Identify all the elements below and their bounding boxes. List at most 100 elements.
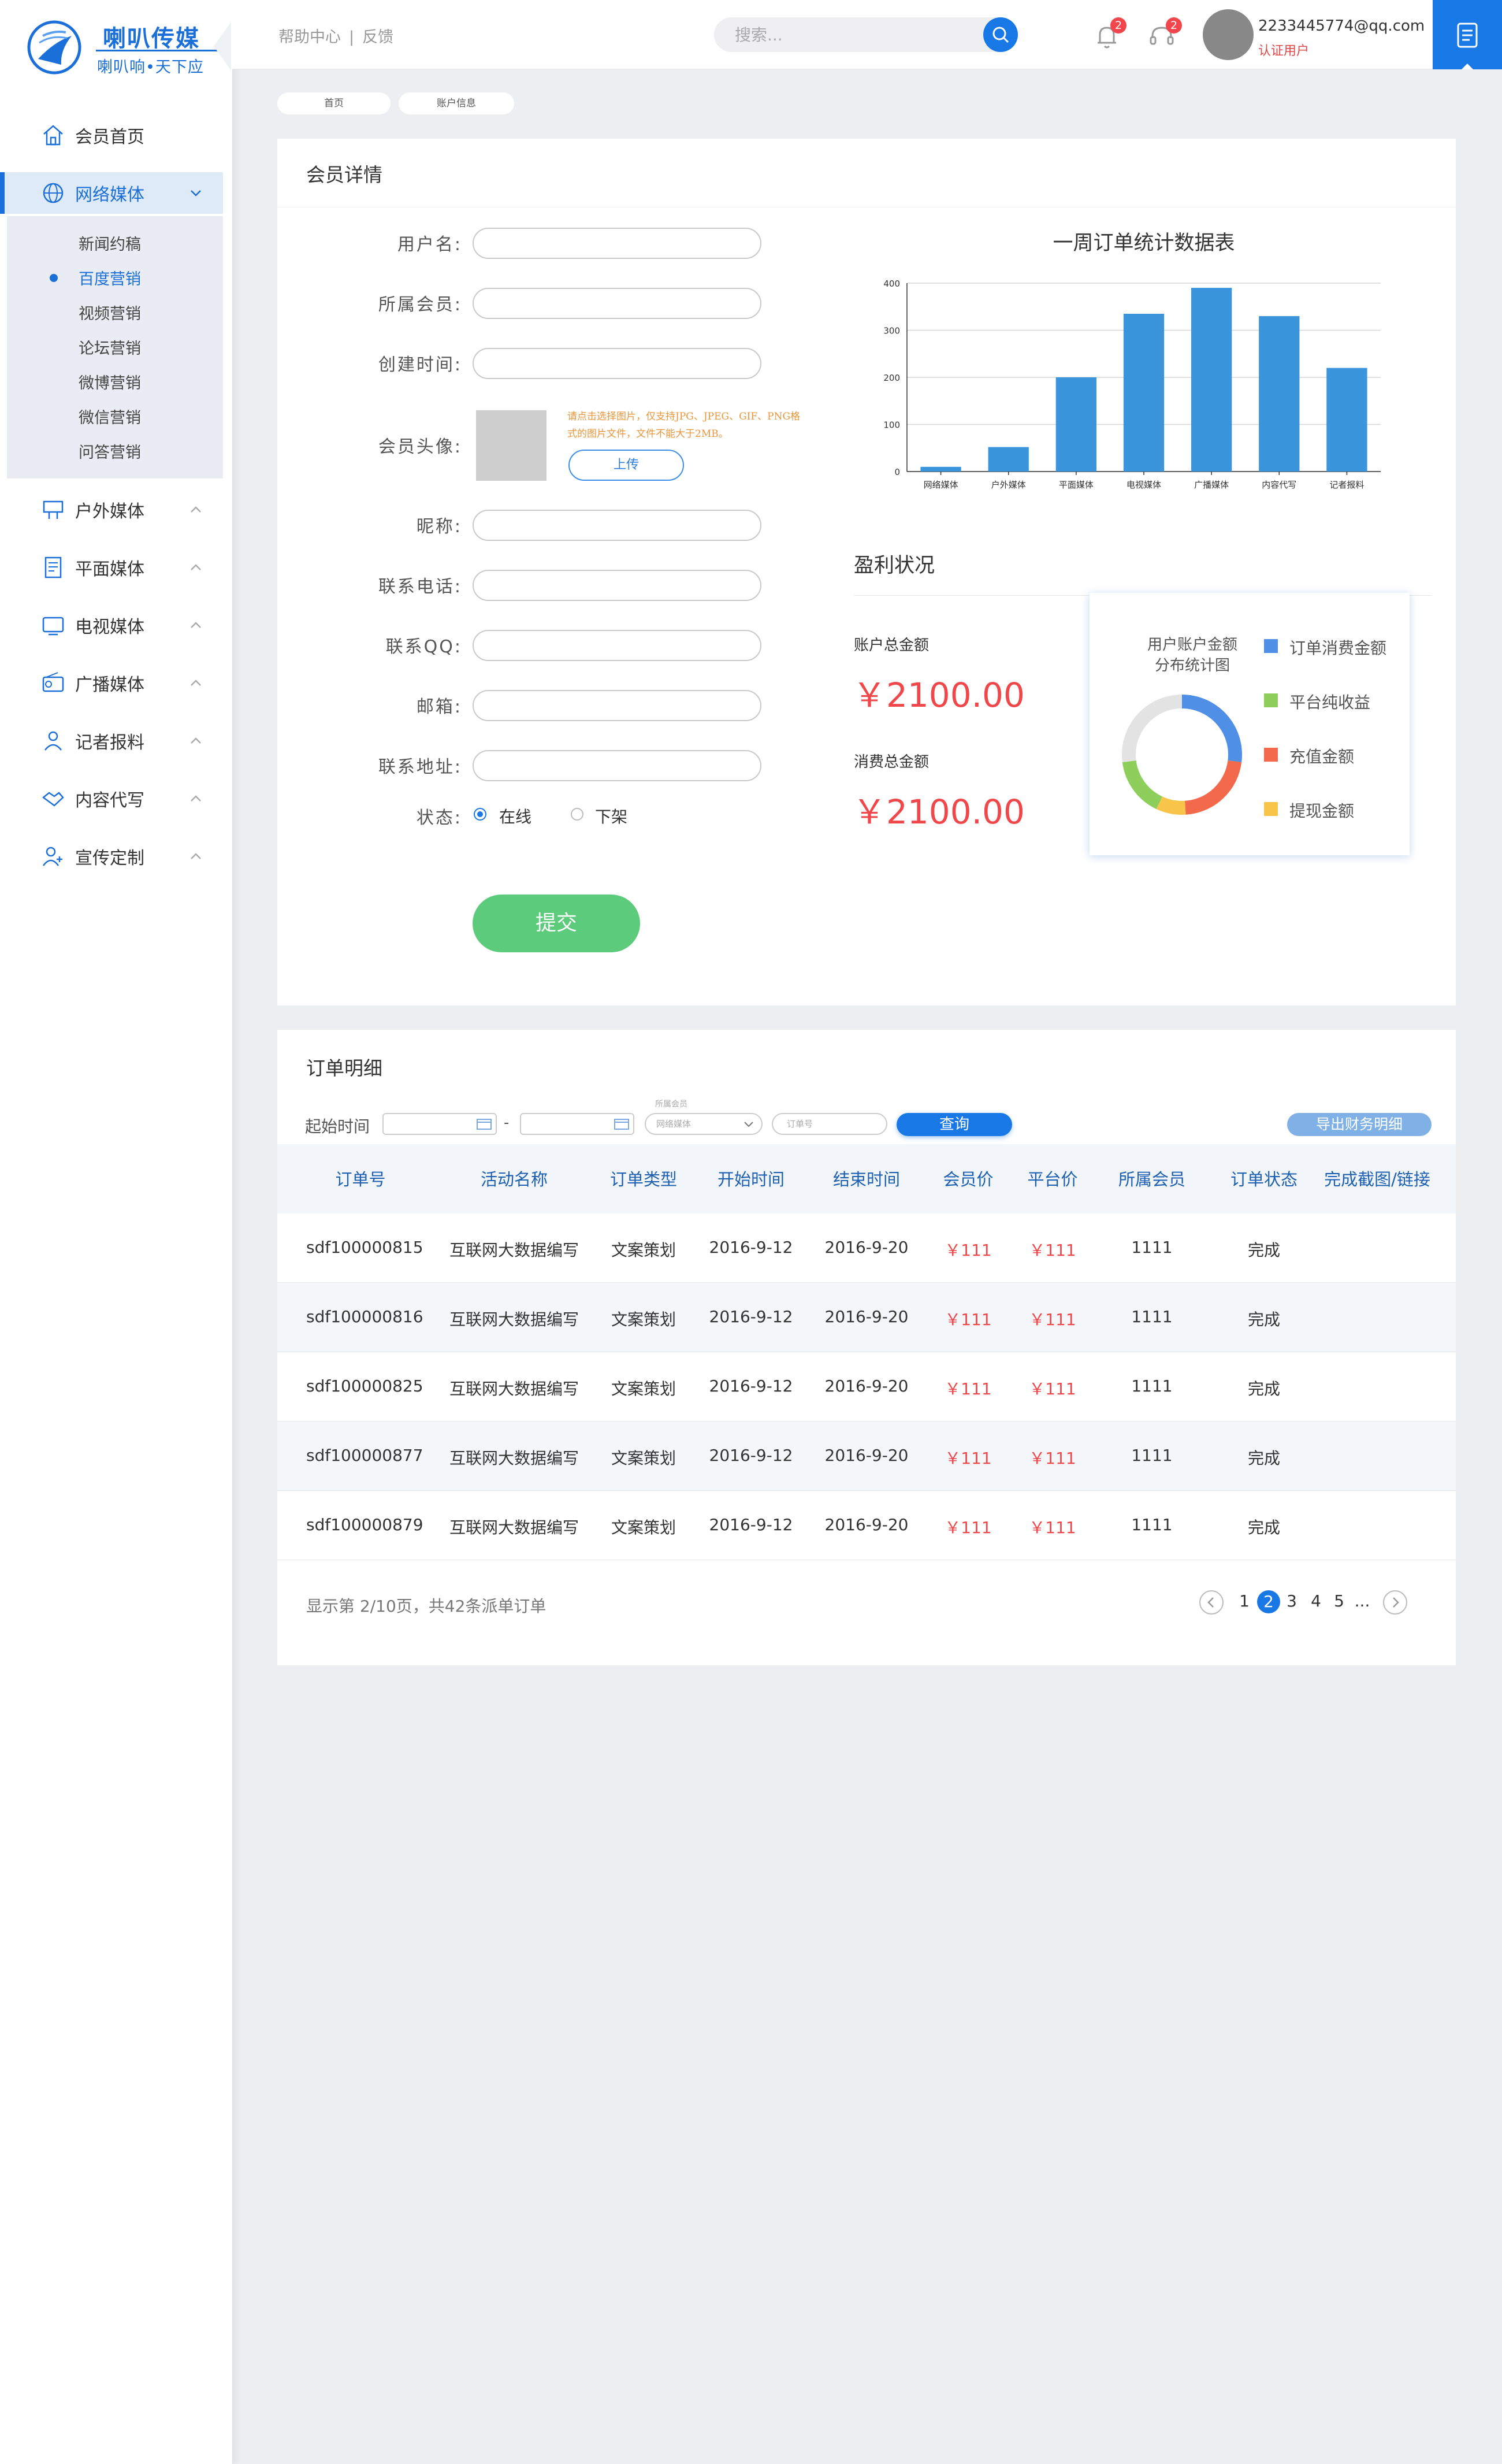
media-type-select[interactable]: 网络媒体: [645, 1113, 763, 1135]
sidebar-item-member-home[interactable]: 会员首页: [0, 114, 232, 156]
nickname-field[interactable]: [473, 510, 761, 541]
sidebar-item-radio-media[interactable]: 广播媒体: [0, 662, 232, 704]
subnav-item-weibo[interactable]: 微博营销: [7, 363, 223, 398]
notification-badge: 2: [1110, 17, 1126, 34]
member-of-field[interactable]: [473, 288, 761, 319]
user-avatar[interactable]: [1203, 9, 1254, 60]
home-icon: [43, 125, 63, 146]
qq-field[interactable]: [473, 630, 761, 661]
orders-panel-title: 订单明细: [306, 1057, 382, 1079]
breadcrumb-home[interactable]: 首页: [277, 92, 391, 114]
legend-swatch: [1264, 639, 1278, 653]
table-cell: ￥111: [1029, 1449, 1076, 1468]
brand-logo[interactable]: 喇叭传媒 喇叭响•天下应: [25, 15, 229, 79]
sidebar-item-outdoor-media[interactable]: 户外媒体: [0, 489, 232, 530]
user-email[interactable]: 2233445774@qq.com: [1258, 17, 1425, 35]
address-field[interactable]: [473, 750, 761, 781]
subnav-item-video[interactable]: 视频营销: [7, 294, 223, 328]
prev-page-button[interactable]: [1199, 1590, 1224, 1615]
column-header: 订单类型: [609, 1170, 678, 1189]
status-offline-radio[interactable]: [571, 808, 583, 821]
balance-distribution-card: 用户账户金额 分布统计图 订单消费金额 平台纯收益 充值金额 提现金额: [1090, 593, 1410, 855]
subnav-item-news[interactable]: 新闻约稿: [7, 224, 223, 259]
page-1[interactable]: 1: [1233, 1591, 1256, 1610]
order-number-input[interactable]: 订单号: [772, 1113, 887, 1135]
donut-title-line-1: 用户账户金额: [1147, 636, 1237, 654]
subnav-item-label: 新闻约稿: [79, 236, 141, 254]
search-input[interactable]: [714, 17, 968, 52]
page-3[interactable]: 3: [1280, 1591, 1303, 1610]
chevron-up-icon: [191, 506, 201, 513]
radio-icon: [42, 672, 64, 692]
query-button[interactable]: 查询: [897, 1113, 1012, 1136]
email-field[interactable]: [473, 690, 761, 721]
table-row[interactable]: sdf100000816 互联网大数据编写 文案策划 2016-9-12 2016-9-…: [277, 1283, 1456, 1352]
column-header: 所属会员: [1118, 1170, 1186, 1189]
table-cell: 完成: [1247, 1310, 1281, 1329]
table-cell: 1111: [1131, 1515, 1173, 1534]
calendar-icon: [614, 1119, 629, 1130]
page-2[interactable]: 2: [1257, 1590, 1280, 1613]
table-row[interactable]: sdf100000825 互联网大数据编写 文案策划 2016-9-12 2016-9-…: [277, 1352, 1456, 1422]
customer-service-button[interactable]: 2: [1147, 17, 1182, 51]
next-page-button[interactable]: [1383, 1590, 1407, 1615]
page-5[interactable]: 5: [1328, 1591, 1351, 1610]
sidebar-item-network-media[interactable]: 网络媒体: [0, 172, 223, 214]
phone-field[interactable]: [473, 570, 761, 601]
table-row[interactable]: sdf100000877 互联网大数据编写 文案策划 2016-9-12 2016-9-…: [277, 1422, 1456, 1491]
sidebar-item-label: 网络媒体: [75, 185, 144, 205]
feedback-link[interactable]: 反馈: [362, 28, 393, 46]
subnav-item-qa[interactable]: 问答营销: [7, 432, 223, 467]
start-date-input[interactable]: [382, 1113, 497, 1135]
table-row[interactable]: sdf100000879 互联网大数据编写 文案策划 2016-9-12 2016-9-…: [277, 1491, 1456, 1560]
balance-donut-chart: [1122, 695, 1242, 815]
clipboard-icon: [1457, 23, 1478, 48]
end-date-input[interactable]: [520, 1113, 634, 1135]
header-menu-button[interactable]: [1433, 0, 1502, 69]
chevron-up-icon: [191, 737, 201, 744]
chevron-up-icon: [191, 564, 201, 570]
search-icon: [992, 27, 1009, 43]
upload-button[interactable]: 上传: [568, 450, 684, 481]
sidebar-item-reporter[interactable]: 记者报料: [0, 720, 232, 762]
chevron-up-icon: [191, 680, 201, 686]
table-row[interactable]: sdf100000815 互联网大数据编写 文案策划 2016-9-12 2016-9-…: [277, 1214, 1456, 1283]
sidebar-item-print-media[interactable]: 平面媒体: [0, 547, 232, 588]
help-center-link[interactable]: 帮助中心: [278, 28, 341, 46]
search-button[interactable]: [983, 17, 1018, 52]
table-cell: 1111: [1131, 1307, 1173, 1326]
table-cell: 完成: [1247, 1449, 1281, 1468]
y-tick-label: 200: [883, 373, 900, 383]
calendar-icon: [477, 1119, 492, 1130]
export-finance-button[interactable]: 导出财务明细: [1287, 1113, 1432, 1136]
subnav-item-wechat[interactable]: 微信营销: [7, 398, 223, 432]
page-4[interactable]: 4: [1304, 1591, 1328, 1610]
handshake-icon: [42, 792, 64, 807]
username-field[interactable]: [473, 228, 761, 259]
x-tick-label: 平面媒体: [1059, 480, 1094, 490]
search-box: [714, 17, 1018, 52]
submit-button[interactable]: 提交: [473, 895, 640, 952]
status-online-radio[interactable]: [474, 808, 486, 821]
member-select-caption: 所属会员: [655, 1100, 687, 1109]
sidebar-item-tv-media[interactable]: 电视媒体: [0, 604, 232, 646]
chevron-down-icon: [191, 190, 201, 196]
column-header: 活动名称: [480, 1170, 548, 1189]
user-role: 认证用户: [1258, 44, 1310, 58]
subnav-item-baidu[interactable]: 百度营销: [7, 259, 223, 294]
bar: [1259, 316, 1300, 472]
subnav-item-forum[interactable]: 论坛营销: [7, 328, 223, 363]
breadcrumb-account-info[interactable]: 账户信息: [399, 92, 514, 114]
notifications-button[interactable]: 2: [1093, 17, 1126, 51]
sidebar-collapse-tab[interactable]: [214, 22, 231, 70]
avatar-preview: [476, 410, 546, 481]
sidebar-item-content-writing[interactable]: 内容代写: [0, 778, 232, 819]
table-cell: 2016-9-12: [709, 1307, 793, 1326]
legend-swatch: [1264, 748, 1278, 762]
created-field[interactable]: [473, 348, 761, 379]
subnav-item-label: 问答营销: [79, 444, 141, 462]
sidebar-item-custom-promotion[interactable]: 宣传定制: [0, 836, 232, 877]
table-cell: 完成: [1247, 1379, 1281, 1398]
sidebar-item-label: 宣传定制: [75, 848, 144, 869]
table-cell: 完成: [1247, 1518, 1281, 1537]
